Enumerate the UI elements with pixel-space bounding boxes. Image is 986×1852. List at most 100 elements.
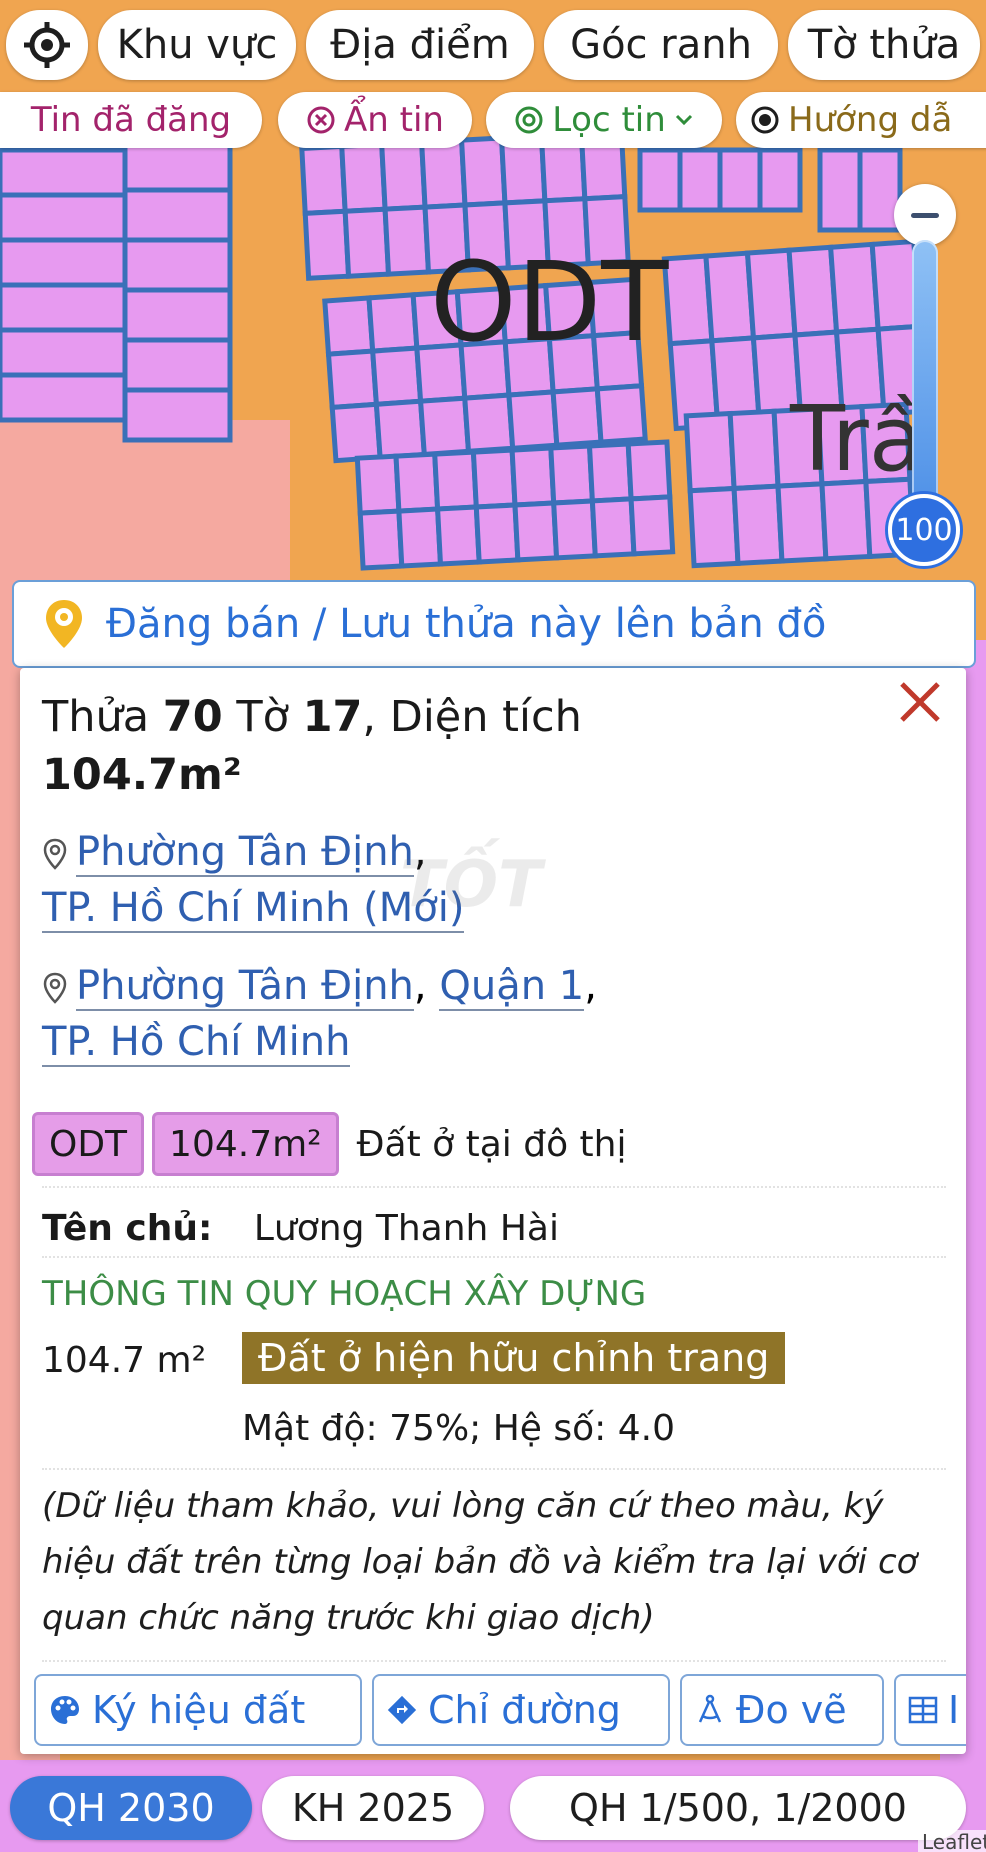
map-plot-cell [417, 395, 472, 458]
more-button[interactable]: I [894, 1674, 966, 1746]
tin-da-dang-button[interactable]: Tin đã đăng [0, 92, 262, 148]
post-sale-banner[interactable]: Đăng bán / Lưu thửa này lên bản đồ [12, 580, 976, 668]
map-plot-cell [509, 445, 557, 508]
map-plot-cell [357, 508, 405, 571]
map-plot-cell [122, 237, 233, 293]
map-plot-cell [775, 481, 829, 564]
divider [42, 1468, 946, 1470]
old-ward-link[interactable]: Phường Tân Định [76, 963, 414, 1011]
divider [42, 1660, 946, 1662]
map-plot-cell [819, 478, 873, 562]
do-ve-button[interactable]: Đo vẽ [680, 1674, 884, 1746]
old-city-link[interactable]: TP. Hồ Chí Minh [42, 1019, 351, 1067]
map-plot-cell [396, 506, 444, 569]
map-label-odt: ODT [430, 238, 669, 366]
minus-icon [911, 212, 939, 218]
ky-hieu-dat-label: Ký hiệu đất [92, 1688, 306, 1732]
loc-tin-button[interactable]: Lọc tin [486, 92, 722, 148]
map-plot-block [354, 439, 676, 571]
map-plot-cell [393, 451, 441, 514]
khu-vuc-button[interactable]: Khu vực [98, 10, 296, 80]
comma: , [584, 963, 597, 1009]
to-thua-button[interactable]: Tờ thửa [788, 10, 980, 80]
qh500-2000-tab[interactable]: QH 1/500, 1/2000 [510, 1776, 966, 1840]
land-description: Đất ở tại đô thị [356, 1123, 627, 1165]
map-plot-block [122, 137, 233, 443]
map-plot-cell [625, 439, 673, 502]
land-code-tag: ODT [32, 1112, 145, 1176]
to-label: Tờ [236, 692, 289, 742]
watermark: TỐT [400, 848, 542, 922]
map-plot-cell [370, 345, 424, 407]
old-district-link[interactable]: Quận 1 [439, 963, 585, 1011]
map-plot-cell [817, 147, 863, 233]
old-address: Phường Tân Định, Quận 1, TP. Hồ Chí Minh [42, 958, 597, 1070]
kh2025-tab[interactable]: KH 2025 [262, 1776, 484, 1840]
divider [42, 1256, 946, 1258]
map-plot-cell [637, 147, 683, 213]
an-tin-label: Ẩn tin [344, 100, 444, 140]
map-plot-cell [462, 392, 516, 455]
disclaimer-line-1: (Dữ liệu tham khảo, vui lòng căn cứ theo… [42, 1486, 884, 1526]
hide-circle-x-icon [306, 105, 336, 135]
map-plot-cell [458, 135, 508, 208]
map-plot-cell [373, 398, 427, 461]
location-pin-icon [42, 837, 68, 871]
map-plot-cell [589, 496, 637, 559]
loc-tin-label: Lọc tin [552, 100, 666, 140]
palette-icon [48, 1693, 82, 1727]
zoom-slider-track[interactable] [912, 240, 938, 530]
disclaimer-line-2: hiệu đất trên từng loại bản đồ và kiểm t… [42, 1542, 918, 1582]
map-plot-cell [731, 483, 785, 566]
comma: , [413, 963, 427, 1009]
chi-duong-button[interactable]: Chỉ đường [372, 1674, 670, 1746]
map-plot-cell [687, 485, 741, 569]
map-plot-cell [594, 383, 648, 445]
map-plot-cell [473, 502, 521, 565]
map-plot-cell [586, 441, 634, 504]
crosshair-icon [24, 22, 70, 68]
banner-text: Đăng bán / Lưu thửa này lên bản đồ [106, 601, 827, 647]
goc-ranh-button[interactable]: Góc ranh [544, 10, 778, 80]
map-plot-cell [506, 389, 560, 451]
map-plot-cell [677, 147, 723, 213]
map-plot-cell [325, 348, 380, 411]
map-plot-cell [329, 401, 383, 464]
dia-diem-button[interactable]: Địa điểm [306, 10, 534, 80]
guide-target-icon [750, 105, 780, 135]
map-plot-cell [379, 139, 428, 212]
map-plot-cell [727, 408, 781, 492]
dien-tich-label: , Diện tích [362, 692, 582, 742]
map-plot-block [637, 147, 803, 213]
new-ward-link[interactable]: Phường Tân Định [76, 829, 414, 877]
an-tin-button[interactable]: Ẩn tin [278, 92, 472, 148]
parcel-info-panel: Thửa 70 Tờ 17, Diện tích 104.7m² Phường … [20, 668, 966, 1754]
zoom-out-button[interactable] [894, 184, 956, 246]
land-area-tag: 104.7m² [152, 1112, 339, 1176]
map-plot-cell [757, 147, 803, 213]
planning-type-badge: Đất ở hiện hữu chỉnh trang [242, 1332, 786, 1384]
more-label: I [948, 1688, 960, 1732]
map-plot-cell [302, 208, 352, 281]
map-plot-block [817, 147, 903, 233]
locate-button[interactable] [6, 10, 88, 80]
chi-duong-label: Chỉ đường [428, 1688, 621, 1732]
close-button[interactable] [894, 676, 946, 728]
owner-label: Tên chủ: [42, 1208, 213, 1249]
ky-hieu-dat-button[interactable]: Ký hiệu đất [34, 1674, 362, 1746]
to-number: 17 [302, 692, 363, 742]
map-plot-cell [382, 204, 432, 277]
owner-name: Lương Thanh Hài [253, 1208, 559, 1249]
map-label-partial: Trầ [789, 387, 924, 492]
map-plot-cell [419, 137, 468, 210]
qh2030-tab[interactable]: QH 2030 [10, 1776, 252, 1840]
huong-dan-button[interactable]: Hướng dẫ [736, 92, 986, 148]
leaflet-attribution[interactable]: Leaflet [918, 1830, 986, 1852]
zoom-level-handle[interactable]: 100 [888, 494, 960, 566]
table-icon [908, 1696, 938, 1724]
planning-area: 104.7 m² [42, 1340, 207, 1381]
map-plot-cell [550, 386, 604, 448]
huong-dan-label: Hướng dẫ [788, 100, 953, 140]
map-plot-cell [366, 292, 420, 354]
map-plot-cell [122, 287, 233, 343]
